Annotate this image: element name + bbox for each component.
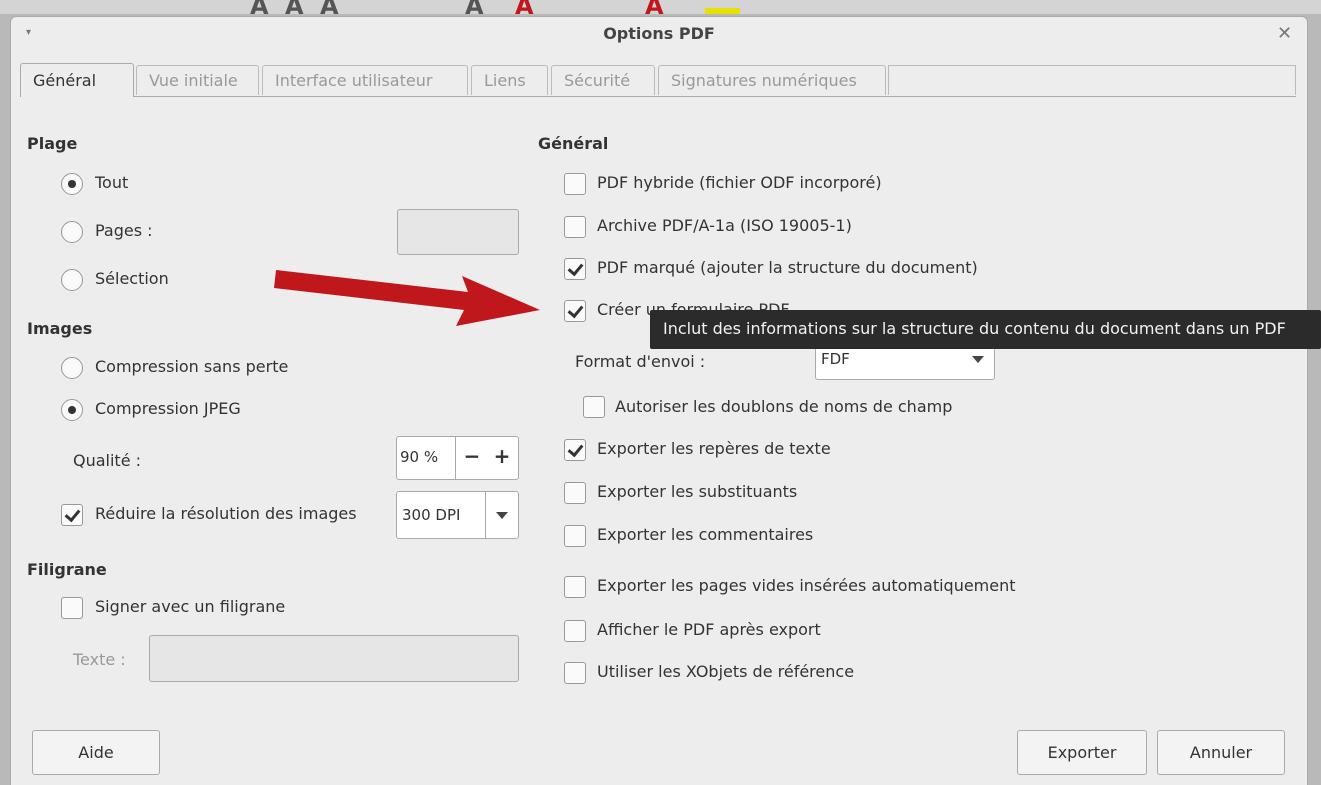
allow-duplicate-names-checkbox[interactable] xyxy=(583,396,605,418)
pdfa-archive-checkbox[interactable] xyxy=(564,216,586,238)
create-pdf-form-checkbox[interactable] xyxy=(564,300,586,322)
view-pdf-after-export-checkbox[interactable] xyxy=(564,620,586,642)
jpeg-compression-label: Compression JPEG xyxy=(95,399,241,418)
tooltip: Inclut des informations sur la structure… xyxy=(650,310,1321,349)
screen: A A A A A A ▾ Options PDF ✕ Général Vue … xyxy=(0,0,1321,785)
char-color-icon: A xyxy=(645,0,664,14)
range-all-radio[interactable] xyxy=(61,173,83,195)
tab-general[interactable]: Général xyxy=(20,63,134,97)
reference-xobjects-label: Utiliser les XObjets de référence xyxy=(597,662,855,681)
background-toolbar: A A A A A A xyxy=(0,0,1321,14)
submit-format-label: Format d'envoi : xyxy=(575,352,706,371)
watermark-section-title: Filigrane xyxy=(27,560,107,579)
lossless-compression-radio[interactable] xyxy=(61,357,83,379)
annotation-arrow xyxy=(274,270,540,326)
hybrid-pdf-label: PDF hybride (fichier ODF incorporé) xyxy=(597,173,882,192)
highlight-icon: A xyxy=(515,0,534,14)
underline-a-icon: A xyxy=(320,0,339,14)
lossless-compression-label: Compression sans perte xyxy=(95,357,289,376)
hybrid-pdf-checkbox[interactable] xyxy=(564,173,586,195)
pdfa-archive-label: Archive PDF/A-1a (ISO 19005-1) xyxy=(597,216,852,235)
export-comments-checkbox[interactable] xyxy=(564,525,586,547)
tagged-pdf-checkbox[interactable] xyxy=(564,258,586,280)
font-color-icon: A xyxy=(465,0,484,14)
tab-panel-border xyxy=(20,96,1296,97)
pages-input[interactable] xyxy=(397,209,519,255)
export-bookmarks-checkbox[interactable] xyxy=(564,439,586,461)
export-comments-label: Exporter les commentaires xyxy=(597,525,814,544)
range-all-label: Tout xyxy=(95,173,129,192)
quality-decrement-button[interactable]: − xyxy=(457,444,487,468)
allow-duplicate-names-label: Autoriser les doublons de noms de champ xyxy=(615,397,953,416)
reduce-resolution-label: Réduire la résolution des images xyxy=(95,504,357,523)
sign-watermark-label: Signer avec un filigrane xyxy=(95,597,286,616)
range-selection-label: Sélection xyxy=(95,269,169,288)
export-placeholders-label: Exporter les substituants xyxy=(597,482,798,501)
export-blank-pages-checkbox[interactable] xyxy=(564,576,586,598)
dpi-value: 300 DPI xyxy=(402,506,461,524)
tooltip-text: Inclut des informations sur la structure… xyxy=(663,319,1286,338)
tab-bar-filler xyxy=(888,65,1296,95)
range-pages-label: Pages : xyxy=(95,221,153,240)
pdf-options-dialog: ▾ Options PDF ✕ Général Vue initiale Int… xyxy=(10,16,1308,785)
highlight-swatch xyxy=(705,8,740,14)
tab-initial-view[interactable]: Vue initiale xyxy=(136,65,259,95)
tab-security[interactable]: Sécurité xyxy=(551,65,655,95)
cancel-button[interactable]: Annuler xyxy=(1157,730,1285,775)
arrow-shape xyxy=(274,270,540,326)
watermark-text-label: Texte : xyxy=(73,650,126,669)
italic-a-icon: A xyxy=(285,0,304,14)
tab-digital-signatures[interactable]: Signatures numériques xyxy=(658,65,886,95)
export-button[interactable]: Exporter xyxy=(1017,730,1147,775)
reference-xobjects-checkbox[interactable] xyxy=(564,662,586,684)
export-placeholders-checkbox[interactable] xyxy=(564,482,586,504)
dialog-titlebar: ▾ Options PDF ✕ xyxy=(11,17,1307,51)
images-section-title: Images xyxy=(27,319,93,338)
quality-label: Qualité : xyxy=(73,451,142,470)
dpi-dropdown[interactable]: 300 DPI xyxy=(396,491,519,539)
quality-increment-button[interactable]: + xyxy=(487,444,517,468)
submit-format-value: FDF xyxy=(821,350,850,368)
dropdown-divider xyxy=(485,492,486,538)
tab-links[interactable]: Liens xyxy=(471,65,548,95)
spinner-divider xyxy=(455,437,456,479)
tab-user-interface[interactable]: Interface utilisateur xyxy=(262,65,468,95)
jpeg-compression-radio[interactable] xyxy=(61,399,83,421)
range-selection-radio[interactable] xyxy=(61,269,83,291)
help-button[interactable]: Aide xyxy=(32,730,160,775)
close-icon[interactable]: ✕ xyxy=(1277,23,1292,44)
dialog-title: Options PDF xyxy=(603,24,715,43)
reduce-resolution-checkbox[interactable] xyxy=(61,504,83,526)
tagged-pdf-label: PDF marqué (ajouter la structure du docu… xyxy=(597,258,978,277)
range-pages-radio[interactable] xyxy=(61,221,83,243)
bold-a-icon: A xyxy=(250,0,269,14)
chevron-down-icon xyxy=(496,512,508,519)
watermark-text-input[interactable] xyxy=(149,635,519,682)
range-section-title: Plage xyxy=(27,134,78,153)
view-pdf-after-export-label: Afficher le PDF après export xyxy=(597,620,821,639)
chevron-down-icon xyxy=(972,356,984,363)
export-bookmarks-label: Exporter les repères de texte xyxy=(597,439,831,458)
export-blank-pages-label: Exporter les pages vides insérées automa… xyxy=(597,576,1016,595)
quality-value[interactable]: 90 % xyxy=(400,448,438,466)
sign-watermark-checkbox[interactable] xyxy=(61,597,83,619)
quality-spinner: 90 % − + xyxy=(396,436,519,480)
general-section-title: Général xyxy=(538,134,609,153)
